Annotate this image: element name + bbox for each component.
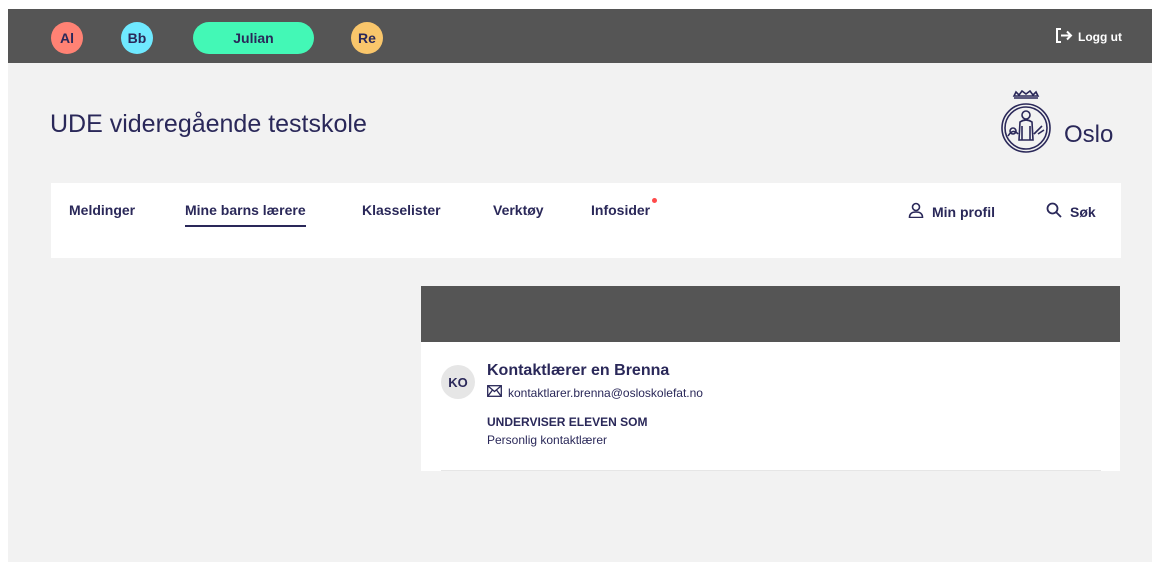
search-label: Søk xyxy=(1070,203,1096,220)
nav-item-mine-barns-laerere[interactable]: Mine barns lærere xyxy=(185,202,306,227)
child-chip-bb[interactable]: Bb xyxy=(121,22,153,54)
main-nav: Meldinger Mine barns lærere Klasselister… xyxy=(51,183,1121,258)
role-value: Personlig kontaktlærer xyxy=(487,433,608,447)
avatar: KO xyxy=(441,365,475,399)
child-chip-julian[interactable]: Julian xyxy=(193,22,314,54)
app-frame: Al Bb Julian Re Logg ut UDE videregående… xyxy=(8,9,1152,562)
nav-item-label: Infosider xyxy=(591,202,651,218)
logo-text: Oslo xyxy=(1064,120,1114,148)
logout-button[interactable]: Logg ut xyxy=(1056,28,1122,46)
teacher-card-header xyxy=(421,286,1120,342)
envelope-icon xyxy=(487,385,502,400)
teacher-card: KO Kontaktlærer en Brenna kontaktlarer.b… xyxy=(421,342,1120,471)
user-icon xyxy=(908,202,924,221)
logout-icon xyxy=(1056,28,1073,46)
oslo-seal-icon xyxy=(998,89,1054,161)
nav-item-infosider[interactable]: Infosider xyxy=(591,198,658,225)
teacher-email: kontaktlarer.brenna@osloskolefat.no xyxy=(508,385,703,400)
page-title: UDE videregående testskole xyxy=(50,110,367,138)
role-heading: UNDERVISER ELEVEN SOM xyxy=(487,415,648,429)
teacher-email-link[interactable]: kontaktlarer.brenna@osloskolefat.no xyxy=(487,385,703,400)
search-button[interactable]: Søk xyxy=(1046,202,1096,221)
logout-label: Logg ut xyxy=(1078,30,1122,44)
notification-dot xyxy=(652,198,658,203)
top-bar: Al Bb Julian Re Logg ut xyxy=(8,9,1152,63)
profile-label: Min profil xyxy=(932,203,995,220)
divider xyxy=(441,470,1101,471)
nav-item-klasselister[interactable]: Klasselister xyxy=(362,202,441,225)
child-chip-re[interactable]: Re xyxy=(351,22,383,54)
search-icon xyxy=(1046,202,1062,221)
child-chip-al[interactable]: Al xyxy=(51,22,83,54)
profile-button[interactable]: Min profil xyxy=(908,202,995,221)
nav-item-meldinger[interactable]: Meldinger xyxy=(69,202,135,225)
oslo-logo[interactable]: Oslo xyxy=(998,89,1114,161)
teacher-name: Kontaktlærer en Brenna xyxy=(487,362,670,379)
nav-item-verktoy[interactable]: Verktøy xyxy=(493,202,544,225)
